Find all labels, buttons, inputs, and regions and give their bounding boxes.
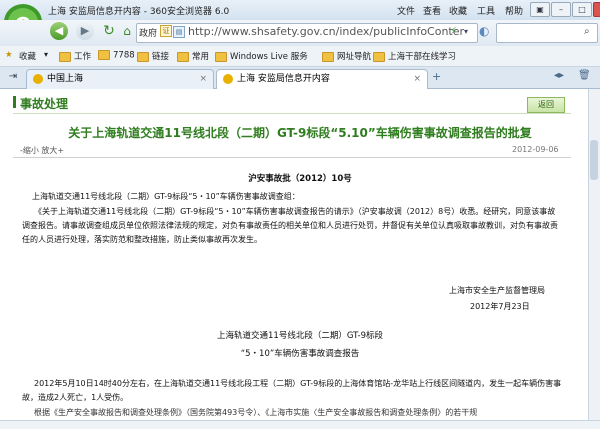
- star-icon: ★: [5, 50, 13, 60]
- minimize-button[interactable]: –: [551, 2, 571, 17]
- menu-file[interactable]: 文件: [397, 4, 415, 17]
- menu-help[interactable]: 帮助: [505, 4, 523, 17]
- search-engine-icon[interactable]: ◐: [479, 24, 489, 38]
- search-icon[interactable]: ⌕: [584, 26, 590, 37]
- tab-safety-bureau[interactable]: 上海 安监局信息开内容 ×: [216, 69, 428, 89]
- close-icon[interactable]: ×: [199, 70, 207, 89]
- search-input[interactable]: [496, 23, 598, 43]
- folder-icon: [177, 51, 189, 62]
- font-size-tools[interactable]: -缩小 放大+: [20, 145, 64, 156]
- fav-item-cadre-learning[interactable]: 上海干部在线学习: [373, 50, 456, 62]
- forward-arrow-icon[interactable]: ▶: [76, 22, 94, 40]
- chevron-down-icon[interactable]: ▾: [44, 50, 48, 59]
- refresh-icon[interactable]: ↻: [100, 22, 118, 40]
- menu-tools[interactable]: 工具: [477, 4, 495, 17]
- maximize-button[interactable]: □: [572, 2, 592, 17]
- favorites-menu[interactable]: 收藏: [19, 50, 36, 62]
- tab-list-icon[interactable]: ◂▸: [554, 70, 564, 81]
- publish-date: 2012-09-06: [512, 145, 559, 154]
- tab-china-shanghai[interactable]: 中国上海 ×: [26, 69, 214, 89]
- menu-view[interactable]: 查看: [423, 4, 441, 17]
- back-button[interactable]: 返回: [527, 97, 565, 113]
- addressee: 上海轨道交通11号线北段（二期）GT-9标段“5・10”车辆伤害事故调查组：: [32, 192, 300, 201]
- folder-icon: [98, 50, 110, 60]
- site-favicon: [33, 73, 43, 84]
- site-favicon: [223, 73, 233, 84]
- close-icon[interactable]: ×: [413, 70, 421, 89]
- gov-site-badge: 政府: [139, 29, 158, 39]
- body-paragraph: 根据《生产安全事故报告和调查处理条例》（国务院第493号令）、《上海市实施〈生产…: [34, 408, 478, 417]
- fav-item-windows-live[interactable]: Windows Live 服务: [215, 50, 308, 62]
- trash-icon[interactable]: 🗑: [578, 70, 591, 81]
- body-paragraph: 《关于上海轨道交通11号线北段（二期）GT-9标段“5・10”车辆伤害事故调查报…: [22, 207, 558, 244]
- folder-icon: [215, 51, 227, 62]
- folder-icon: [59, 51, 71, 62]
- folder-icon: [322, 51, 334, 62]
- sidebar-toggle-icon[interactable]: ⇥: [6, 70, 20, 84]
- new-tab-icon[interactable]: +: [432, 70, 441, 83]
- fav-item-work[interactable]: 工作: [59, 50, 91, 62]
- url-text[interactable]: http://www.shsafety.gov.cn/index/publicI…: [188, 25, 464, 38]
- divider: [13, 113, 571, 114]
- folder-icon: [137, 51, 149, 62]
- report-subtitle: “5・10”车辆伤害事故调查报告: [240, 349, 360, 359]
- lightning-icon[interactable]: ⚡: [450, 26, 457, 37]
- report-title: 上海轨道交通11号线北段（二期）GT-9标段: [217, 331, 383, 341]
- menu-favorites[interactable]: 收藏: [449, 4, 467, 17]
- section-title: 事故处理: [20, 97, 69, 111]
- fav-item-7788[interactable]: 7788: [98, 50, 135, 61]
- document-number: 沪安事故批（2012）10号: [248, 174, 352, 184]
- folder-icon: [373, 51, 385, 62]
- close-button[interactable]: [593, 2, 600, 17]
- window-title: 上海 安监局信息开内容 - 360安全浏览器 6.0: [48, 7, 230, 17]
- signature-date: 2012年7月23日: [470, 302, 530, 311]
- fav-item-nav[interactable]: 网址导航: [322, 50, 371, 62]
- dropdown-arrow-icon[interactable]: ▾: [464, 27, 468, 36]
- fav-item-common[interactable]: 常用: [177, 50, 209, 62]
- back-arrow-icon[interactable]: ◀: [50, 22, 68, 40]
- fav-item-links[interactable]: 链接: [137, 50, 169, 62]
- skin-button[interactable]: ▣: [530, 2, 550, 17]
- body-paragraph: 2012年5月10日14时40分左右，在上海轨道交通11号线北段工程（二期）GT…: [22, 379, 562, 402]
- signature-organization: 上海市安全生产监督管理局: [449, 286, 545, 295]
- home-icon[interactable]: ⌂: [118, 22, 136, 40]
- page-icon: ▤: [173, 26, 185, 38]
- certificate-icon[interactable]: 证: [160, 25, 172, 37]
- scrollbar-thumb[interactable]: [590, 140, 598, 180]
- divider: [13, 157, 571, 158]
- article-title: 关于上海轨道交通11号线北段（二期）GT-9标段“5.10”车辆伤害事故调查报告…: [68, 126, 532, 140]
- section-marker: [13, 96, 16, 108]
